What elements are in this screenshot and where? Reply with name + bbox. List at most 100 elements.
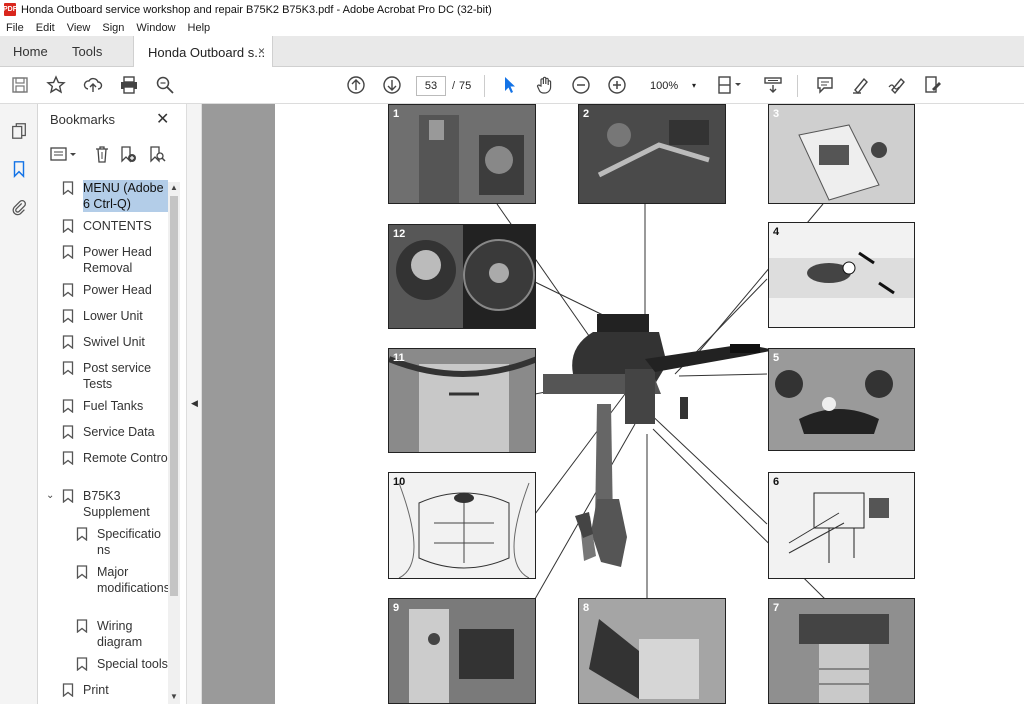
scroll-up-icon[interactable]: ▲ [170,183,178,192]
document-view: 1 2 3 12 4 11 5 10 6 9 8 7 [202,104,1024,704]
comment-icon[interactable] [814,74,836,96]
zoom-level-select[interactable]: 100% ▾ [642,76,700,96]
menu-view[interactable]: View [61,22,97,34]
new-bookmark-icon[interactable] [119,145,137,163]
bookmark-list: MENU (Adobe 6 Ctrl-Q) CONTENTS Power Head … [38,180,168,704]
chevron-down-icon[interactable]: ⌄ [46,490,54,501]
bookmark-ribbon-icon [62,219,74,233]
delete-bookmark-icon[interactable] [93,145,111,163]
bookmark-label: Service Data [83,425,155,439]
page-separator: / [452,80,456,92]
bookmark-item[interactable]: Power Head [62,282,168,298]
bookmark-label: Fuel Tanks [83,399,144,413]
menu-file[interactable]: File [0,22,30,34]
bookmark-item[interactable]: MENU (Adobe 6 Ctrl-Q) [62,180,168,212]
save-icon[interactable] [9,74,31,96]
bookmark-item[interactable]: B75K3 Supplement [62,488,168,520]
figure-panel-9: 9 [388,598,536,704]
figure-panel-8: 8 [578,598,726,704]
page-thumbnails-icon[interactable] [8,120,30,142]
tab-bar: Home Tools Honda Outboard s... × [0,36,1024,68]
edit-pdf-icon[interactable] [922,74,944,96]
bookmark-ribbon-icon [62,361,74,375]
bookmarks-toolbar [38,140,186,168]
bookmark-label: Post service Tests [83,361,152,391]
bookmark-ribbon-icon [62,245,74,259]
tab-document[interactable]: Honda Outboard s... × [133,36,273,68]
next-page-icon[interactable] [381,74,403,96]
page-number-input[interactable]: 53 [416,76,446,96]
menu-window[interactable]: Window [130,22,181,34]
panel-collapse-handle[interactable]: ◀ [186,104,202,704]
window-title: Honda Outboard service workshop and repa… [21,3,492,16]
close-tab-icon[interactable]: × [258,44,265,58]
bookmark-ribbon-icon [76,527,88,541]
bookmark-item[interactable]: Power Head Removal [62,244,168,276]
select-cursor-icon[interactable] [498,74,520,96]
upload-cloud-icon[interactable] [82,74,104,96]
figure-panel-1: 1 [388,104,536,204]
bookmark-item[interactable]: Specifications [76,526,167,558]
acrobat-app-icon: PDF [3,3,17,16]
scroll-down-icon[interactable]: ▼ [170,692,178,701]
bookmark-item[interactable]: CONTENTS [62,218,168,234]
hand-tool-icon[interactable] [534,74,556,96]
options-menu-icon[interactable] [50,145,78,163]
bookmark-item[interactable]: Special tools [76,656,168,672]
bookmark-label: B75K3 Supplement [83,489,150,519]
figure-panel-5: 5 [768,348,915,451]
menu-bar: File Edit View Sign Window Help [0,19,1024,36]
zoom-search-icon[interactable] [154,74,176,96]
page-display-icon[interactable] [716,74,746,96]
bookmark-item[interactable]: Print [62,682,168,698]
figure-panel-2: 2 [578,104,726,204]
previous-page-icon[interactable] [345,74,367,96]
bookmarks-scroll-thumb[interactable] [170,196,178,596]
bookmark-label: Wiring diagram [97,619,143,649]
bookmark-item[interactable]: Wiring diagram [76,618,168,650]
bookmark-ribbon-icon [62,399,74,413]
star-icon[interactable] [45,74,67,96]
navigation-rail [0,104,38,704]
bookmark-ribbon-icon [76,619,88,633]
fill-sign-icon[interactable] [886,74,908,96]
menu-sign[interactable]: Sign [96,22,130,34]
bookmark-ribbon-icon [62,451,74,465]
bookmark-item[interactable]: Service Data [62,424,168,440]
pdf-page: 1 2 3 12 4 11 5 10 6 9 8 7 [275,104,1024,704]
figure-panel-4: 4 [768,222,915,328]
bookmark-ribbon-icon [76,657,88,671]
close-panel-icon[interactable]: ✕ [156,109,169,129]
bookmark-item[interactable]: Fuel Tanks [62,398,168,414]
bookmark-icon[interactable] [8,158,30,180]
bookmark-item[interactable]: Swivel Unit [62,334,168,350]
zoom-in-icon[interactable] [606,74,628,96]
toolbar-divider [797,75,798,97]
attachment-icon[interactable] [8,196,30,218]
tab-document-label: Honda Outboard s... [148,44,266,60]
bookmark-ribbon-icon [62,283,74,297]
zoom-level-value: 100% [650,80,679,92]
bookmark-item[interactable]: Lower Unit [62,308,168,324]
tab-tools[interactable]: Tools [72,36,102,67]
bookmark-item[interactable]: Post service Tests [62,360,168,392]
find-bookmark-icon[interactable] [148,145,166,163]
bookmark-item[interactable]: Remote Control [62,450,168,466]
chevron-down-icon: ▾ [691,81,696,90]
menu-edit[interactable]: Edit [30,22,61,34]
bookmark-label: Print [83,683,109,697]
menu-help[interactable]: Help [182,22,217,34]
highlight-pen-icon[interactable] [850,74,872,96]
scroll-mode-icon[interactable] [762,74,784,96]
bookmark-label: Specifications [97,527,161,557]
bookmark-item[interactable]: Major modifications [76,564,168,596]
print-icon[interactable] [118,74,140,96]
bookmark-ribbon-icon [62,683,74,697]
zoom-out-icon[interactable] [570,74,592,96]
main-toolbar: 53 / 75 100% ▾ [0,67,1024,104]
tab-home[interactable]: Home [13,36,48,67]
figure-panel-12: 12 [388,224,536,329]
bookmark-ribbon-icon [62,181,74,195]
bookmark-label: CONTENTS [83,219,152,233]
figure-panel-6: 6 [768,472,915,579]
